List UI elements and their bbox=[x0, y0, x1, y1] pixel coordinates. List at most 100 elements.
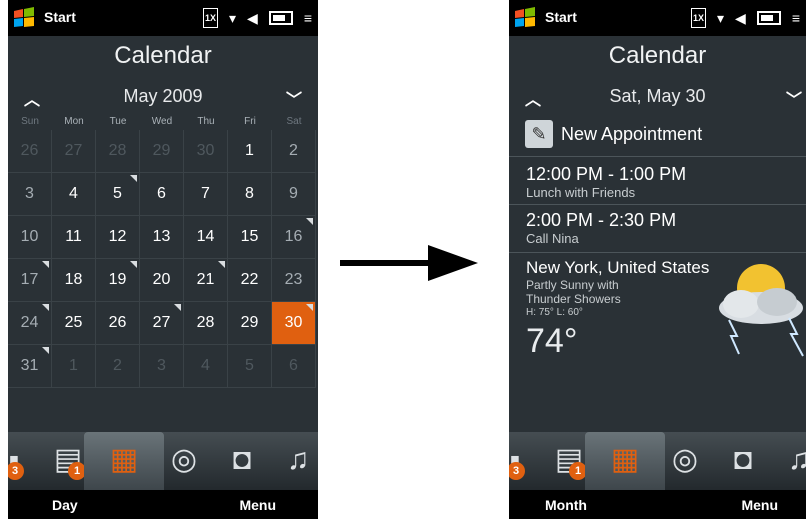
calendar-day-cell[interactable]: 12 bbox=[96, 216, 140, 259]
calendar-day-cell[interactable]: 11 bbox=[52, 216, 96, 259]
calendar-day-cell[interactable]: 6 bbox=[140, 173, 184, 216]
tab-music[interactable]: ♫ bbox=[278, 440, 318, 480]
battery-icon bbox=[756, 11, 781, 25]
calendar-day-cell[interactable]: 5 bbox=[96, 173, 140, 216]
status-bar: Start 1X ▾ ◀ ≡ bbox=[509, 0, 806, 36]
menu-softkey[interactable]: Menu bbox=[239, 497, 276, 513]
calendar-day-cell[interactable]: 31 bbox=[8, 345, 52, 388]
music-icon: ♫ bbox=[787, 443, 806, 476]
tab-internet[interactable]: ◎ bbox=[164, 440, 204, 480]
calendar-day-cell[interactable]: 4 bbox=[52, 173, 96, 216]
calendar-day-cell[interactable]: 27 bbox=[140, 302, 184, 345]
tab-people[interactable]: ▪ 3 bbox=[509, 440, 535, 480]
appointment-marker bbox=[306, 218, 313, 225]
menu-softkey[interactable]: Menu bbox=[741, 497, 778, 513]
calendar-day-cell[interactable]: 18 bbox=[52, 259, 96, 302]
calendar-day-cell[interactable]: 13 bbox=[140, 216, 184, 259]
calendar-day-cell[interactable]: 14 bbox=[184, 216, 228, 259]
calendar-day-cell[interactable]: 15 bbox=[228, 216, 272, 259]
previous-day-icon[interactable]: ︿ bbox=[525, 86, 541, 110]
start-label[interactable]: Start bbox=[545, 9, 577, 25]
calendar-day-cell[interactable]: 3 bbox=[8, 173, 52, 216]
music-icon: ♫ bbox=[286, 443, 310, 476]
next-month-icon[interactable]: ﹀ bbox=[286, 86, 302, 110]
calendar-day-cell[interactable]: 4 bbox=[184, 345, 228, 388]
tab-photos[interactable]: ◘ bbox=[723, 440, 763, 480]
calendar-day-cell[interactable]: 25 bbox=[52, 302, 96, 345]
weekday-label: Sun bbox=[21, 116, 39, 127]
tab-photos[interactable]: ◘ bbox=[222, 440, 262, 480]
calendar-day-cell[interactable]: 30 bbox=[184, 130, 228, 173]
calendar-day-cell[interactable]: 28 bbox=[184, 302, 228, 345]
calendar-day-cell[interactable]: 1 bbox=[228, 130, 272, 173]
calendar-day-cell[interactable]: 16 bbox=[272, 216, 316, 259]
volume-icon[interactable]: ◀ bbox=[735, 9, 746, 27]
calendar-day-cell[interactable]: 5 bbox=[228, 345, 272, 388]
calendar-day-cell[interactable]: 28 bbox=[96, 130, 140, 173]
days-grid: 26 27 28 29 30 1 2 3 4 5 6 7 8 9 10 11 12 13 14 15 16 17 18 19 2… bbox=[8, 130, 318, 388]
appointment-item[interactable]: 2:00 PM - 2:30 PM Call Nina bbox=[526, 210, 676, 246]
calendar-day-cell[interactable]: 6 bbox=[272, 345, 316, 388]
calendar-day-cell[interactable]: 29 bbox=[228, 302, 272, 345]
battery-icon bbox=[268, 11, 293, 25]
calendar-day-cell[interactable]: 24 bbox=[8, 302, 52, 345]
calendar-day-cell[interactable]: 20 bbox=[140, 259, 184, 302]
start-label[interactable]: Start bbox=[44, 9, 76, 25]
calendar-day-cell[interactable]: 26 bbox=[8, 130, 52, 173]
tab-internet[interactable]: ◎ bbox=[665, 440, 705, 480]
calendar-day-cell[interactable]: 17 bbox=[8, 259, 52, 302]
appointment-desc: Lunch with Friends bbox=[526, 185, 636, 200]
day-softkey[interactable]: Day bbox=[52, 497, 78, 513]
menu-icon[interactable]: ≡ bbox=[304, 9, 312, 27]
weather-city: New York, United States bbox=[526, 258, 710, 277]
appointment-time: 12:00 PM - 1:00 PM bbox=[526, 164, 687, 184]
appointment-marker bbox=[218, 261, 225, 268]
new-appointment-label: New Appointment bbox=[561, 123, 703, 144]
calendar-day-cell[interactable]: 30 bbox=[272, 302, 316, 345]
calendar-day-cell[interactable]: 1 bbox=[52, 345, 96, 388]
calendar-icon: ▦ bbox=[109, 443, 139, 476]
appointment-marker bbox=[130, 261, 137, 268]
weather-panel[interactable]: New York, United States Partly Sunny wit… bbox=[526, 258, 709, 361]
tab-music[interactable]: ♫ bbox=[779, 440, 806, 480]
weather-condition: Partly Sunny with Thunder Showers bbox=[526, 278, 621, 306]
calendar-day-cell[interactable]: 29 bbox=[140, 130, 184, 173]
calendar-day-cell[interactable]: 26 bbox=[96, 302, 140, 345]
calendar-day-cell[interactable]: 9 bbox=[272, 173, 316, 216]
calendar-day-cell[interactable]: 8 bbox=[228, 173, 272, 216]
tab-bar: ▪ 3 ▤ 1 ▦ ◎ ◘ ♫ bbox=[509, 432, 806, 490]
calendar-day-cell[interactable]: 2 bbox=[96, 345, 140, 388]
calendar-day-cell[interactable]: 19 bbox=[96, 259, 140, 302]
calendar-day-cell[interactable]: 21 bbox=[184, 259, 228, 302]
volume-icon[interactable]: ◀ bbox=[247, 9, 258, 27]
soft-keys: Day Menu bbox=[8, 490, 318, 519]
tab-messages[interactable]: ▤ 1 bbox=[549, 440, 589, 480]
signal-icon: ▾ bbox=[717, 10, 725, 26]
previous-month-icon[interactable]: ︿ bbox=[24, 86, 40, 110]
calendar-day-cell[interactable]: 22 bbox=[228, 259, 272, 302]
new-appointment-button[interactable]: ✎ New Appointment bbox=[525, 120, 702, 148]
calendar-day-cell[interactable]: 3 bbox=[140, 345, 184, 388]
windows-start-icon[interactable] bbox=[513, 7, 537, 29]
calendar-day-cell[interactable]: 2 bbox=[272, 130, 316, 173]
calendar-day-cell[interactable]: 27 bbox=[52, 130, 96, 173]
month-grid: Sun Mon Tue Wed Thu Fri Sat 26 27 28 29 30 1 2… bbox=[8, 114, 318, 388]
tab-people[interactable]: ▪ 3 bbox=[8, 440, 34, 480]
windows-start-icon[interactable] bbox=[12, 7, 36, 29]
menu-icon[interactable]: ≡ bbox=[792, 9, 800, 27]
divider bbox=[509, 156, 806, 157]
notification-badge: 3 bbox=[509, 462, 525, 480]
tab-bar: ▪ 3 ▤ 1 ▦ ◎ ◘ ♫ bbox=[8, 432, 318, 490]
weekday-label: Sat bbox=[286, 116, 302, 127]
calendar-day-cell[interactable]: 23 bbox=[272, 259, 316, 302]
calendar-day-cell[interactable]: 7 bbox=[184, 173, 228, 216]
notification-badge: 3 bbox=[8, 462, 24, 480]
tab-messages[interactable]: ▤ 1 bbox=[48, 440, 88, 480]
appointment-item[interactable]: 12:00 PM - 1:00 PM Lunch with Friends bbox=[526, 164, 686, 200]
month-softkey[interactable]: Month bbox=[545, 497, 587, 513]
next-day-icon[interactable]: ﹀ bbox=[786, 86, 802, 110]
transition-arrow-icon bbox=[340, 245, 478, 281]
globe-icon: ◎ bbox=[170, 443, 198, 476]
divider bbox=[509, 204, 806, 205]
calendar-day-cell[interactable]: 10 bbox=[8, 216, 52, 259]
